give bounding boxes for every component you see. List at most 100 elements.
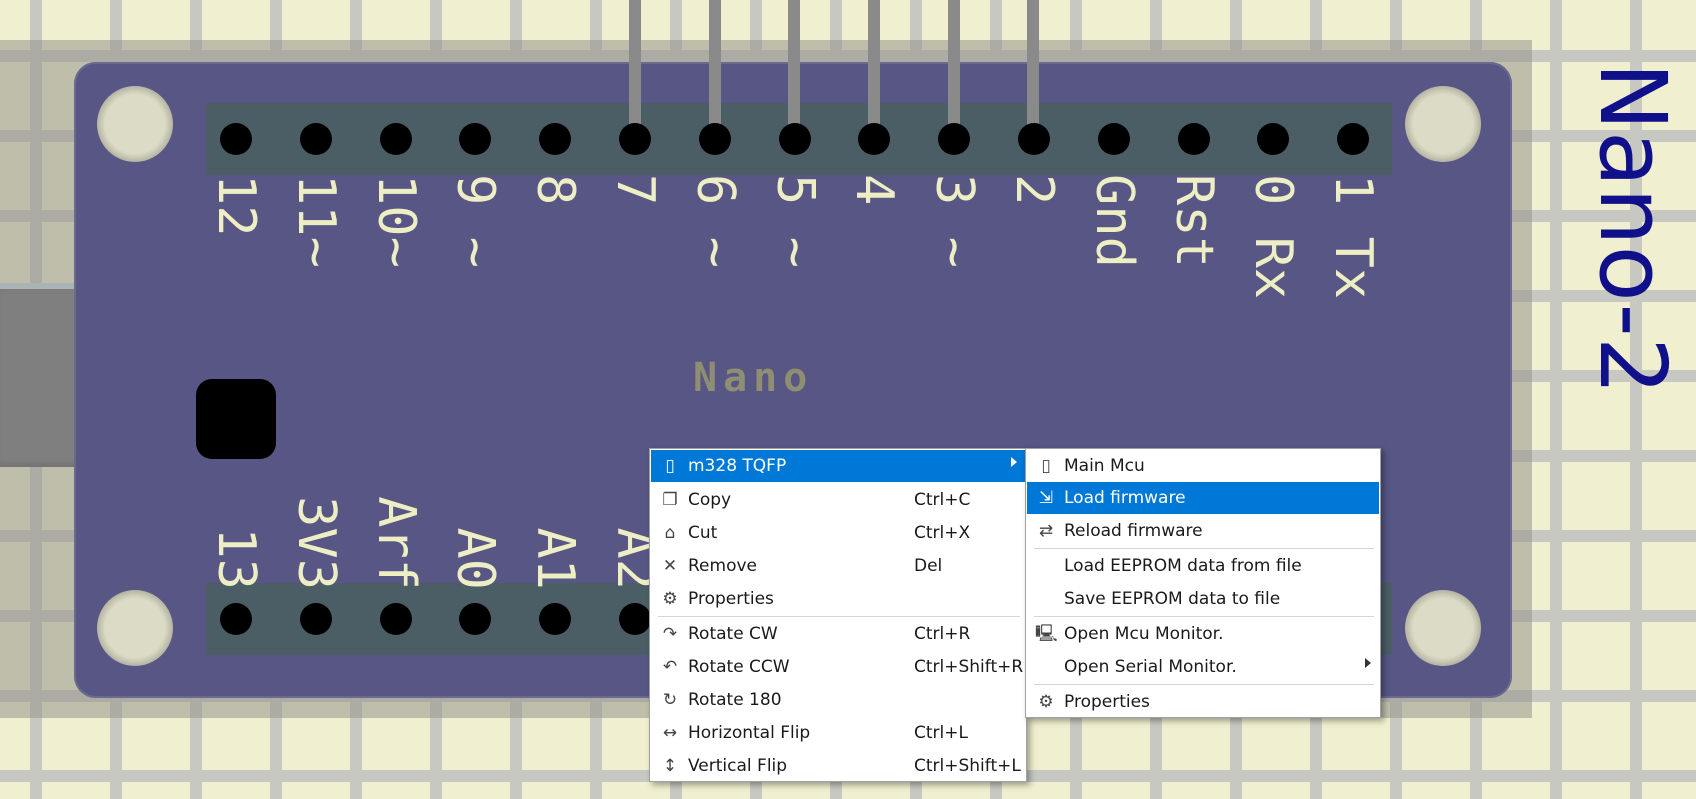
pin-label: 10~ [365, 174, 426, 268]
copy-icon: ❐ [662, 490, 678, 510]
pin-label: 8 [525, 174, 586, 206]
chip-icon: ▯ [665, 456, 675, 476]
menu-item-shortcut: Ctrl+Shift+L [914, 756, 1021, 776]
context-menu: ▯ m328 TQFP ❐ Copy Ctrl+C ⌂ Cut Ctrl+X ✕… [649, 448, 1027, 782]
pin-hole[interactable] [698, 123, 731, 155]
menu-item-load-eeprom[interactable]: Load EEPROM data from file [1027, 550, 1379, 582]
menu-item-label: m328 TQFP [688, 456, 787, 476]
menu-item-label: Rotate CCW [688, 657, 790, 677]
menu-item-rotate-cw[interactable]: ↷ Rotate CW Ctrl+R [651, 618, 1025, 650]
menu-item-cut[interactable]: ⌂ Cut Ctrl+X [651, 517, 1025, 549]
pin-hole[interactable] [1018, 123, 1050, 155]
menu-item-open-serial-monitor[interactable]: Open Serial Monitor. [1027, 651, 1379, 683]
pin-hole[interactable] [220, 123, 252, 155]
rotate-cw-icon: ↷ [662, 624, 678, 644]
wire[interactable] [948, 0, 960, 140]
horizontal-flip-icon: ↔ [662, 723, 678, 743]
monitor-icon: 🖳 [1035, 624, 1058, 644]
menu-item-label: Open Serial Monitor. [1064, 657, 1237, 677]
menu-item-vertical-flip[interactable]: ↕ Vertical Flip Ctrl+Shift+L [651, 750, 1025, 782]
pin-label: 3 ~ [924, 174, 985, 268]
pin-hole[interactable] [379, 123, 412, 155]
menu-item-save-eeprom[interactable]: Save EEPROM data to file [1027, 583, 1379, 615]
pin-hole[interactable] [539, 123, 572, 155]
menu-item-label: Open Mcu Monitor. [1064, 624, 1224, 644]
menu-item-main-mcu[interactable]: ▯ Main Mcu [1027, 450, 1379, 482]
cut-icon: ⌂ [664, 523, 676, 543]
menu-separator [1034, 616, 1374, 617]
menu-item-rotate-ccw[interactable]: ↶ Rotate CCW Ctrl+Shift+R [651, 651, 1025, 683]
menu-item-properties[interactable]: ⚙ Properties [1027, 686, 1379, 718]
pin-label: 9 ~ [445, 174, 506, 268]
pin-hole[interactable] [938, 123, 971, 155]
pin-label: 7 [605, 174, 665, 206]
menu-separator [1034, 684, 1374, 685]
wire[interactable] [868, 0, 880, 140]
pin-label: 1 Tx [1323, 174, 1384, 300]
menu-item-label: Properties [1064, 692, 1150, 712]
pin-hole[interactable] [619, 123, 651, 155]
pin-label: 3V3 [285, 496, 346, 590]
properties-icon: ⚙ [1038, 692, 1054, 712]
menu-item-open-mcu-monitor[interactable]: 🖳 Open Mcu Monitor. [1027, 618, 1379, 650]
pin-label: Gnd [1083, 174, 1144, 268]
pin-hole[interactable] [778, 123, 811, 155]
mount-hole [97, 86, 173, 162]
properties-icon: ⚙ [662, 589, 678, 609]
pin-hole[interactable] [619, 603, 651, 635]
menu-item-horizontal-flip[interactable]: ↔ Horizontal Flip Ctrl+L [651, 717, 1025, 749]
menu-separator [1034, 548, 1374, 549]
menu-item-shortcut: Del [914, 556, 943, 576]
wire[interactable] [709, 0, 721, 140]
pin-label: 5 ~ [764, 174, 825, 268]
menu-item-label: Properties [688, 589, 774, 609]
mount-hole [97, 590, 173, 666]
mount-hole [1405, 590, 1481, 666]
menu-item-label: Load firmware [1064, 488, 1186, 508]
pin-hole[interactable] [220, 603, 252, 635]
pin-hole[interactable] [299, 123, 332, 155]
pin-hole[interactable] [539, 603, 572, 635]
menu-item-properties[interactable]: ⚙ Properties [651, 583, 1025, 615]
pin-hole[interactable] [379, 603, 412, 635]
wire[interactable] [1027, 0, 1039, 140]
menu-separator [658, 616, 1020, 617]
reset-button [196, 379, 276, 459]
menu-item-remove[interactable]: ✕ Remove Del [651, 550, 1025, 582]
menu-item-label: Copy [688, 490, 732, 510]
menu-item-label: Save EEPROM data to file [1064, 589, 1281, 609]
board-name: Nano [693, 355, 814, 401]
mount-hole [1405, 86, 1481, 162]
vertical-flip-icon: ↕ [662, 756, 678, 776]
reload-icon: ⇄ [1038, 521, 1054, 541]
pin-label: 12 [206, 174, 266, 237]
remove-icon: ✕ [662, 556, 678, 576]
pin-label: A0 [445, 527, 506, 590]
pin-hole[interactable] [1337, 123, 1370, 155]
pin-hole[interactable] [299, 603, 332, 635]
pin-label: 4 [844, 174, 905, 206]
menu-item-shortcut: Ctrl+C [914, 490, 971, 510]
pin-label: Rst [1163, 174, 1224, 268]
menu-item-label: Rotate CW [688, 624, 778, 644]
menu-item-rotate-180[interactable]: ↻ Rotate 180 [651, 684, 1025, 716]
chip-icon: ▯ [1041, 456, 1051, 476]
pin-label: 13 [206, 527, 266, 590]
pin-hole[interactable] [1097, 123, 1130, 155]
menu-item-label: Remove [688, 556, 757, 576]
menu-item-load-firmware[interactable]: ⇲ Load firmware [1027, 482, 1379, 514]
wire[interactable] [629, 0, 641, 140]
menu-item-m328-tqfp[interactable]: ▯ m328 TQFP [651, 450, 1025, 482]
pin-hole[interactable] [1177, 123, 1210, 155]
submenu-arrow-icon [1365, 658, 1371, 668]
component-label: Nano-2 [1579, 62, 1686, 396]
rotate-ccw-icon: ↶ [662, 657, 678, 677]
wire[interactable] [788, 0, 800, 140]
menu-item-label: Rotate 180 [688, 690, 782, 710]
menu-item-label: Vertical Flip [688, 756, 788, 776]
menu-item-copy[interactable]: ❐ Copy Ctrl+C [651, 484, 1025, 516]
menu-item-shortcut: Ctrl+L [914, 723, 968, 743]
menu-item-shortcut: Ctrl+R [914, 624, 971, 644]
pin-label: 11~ [285, 174, 346, 268]
menu-item-reload-firmware[interactable]: ⇄ Reload firmware [1027, 515, 1379, 547]
